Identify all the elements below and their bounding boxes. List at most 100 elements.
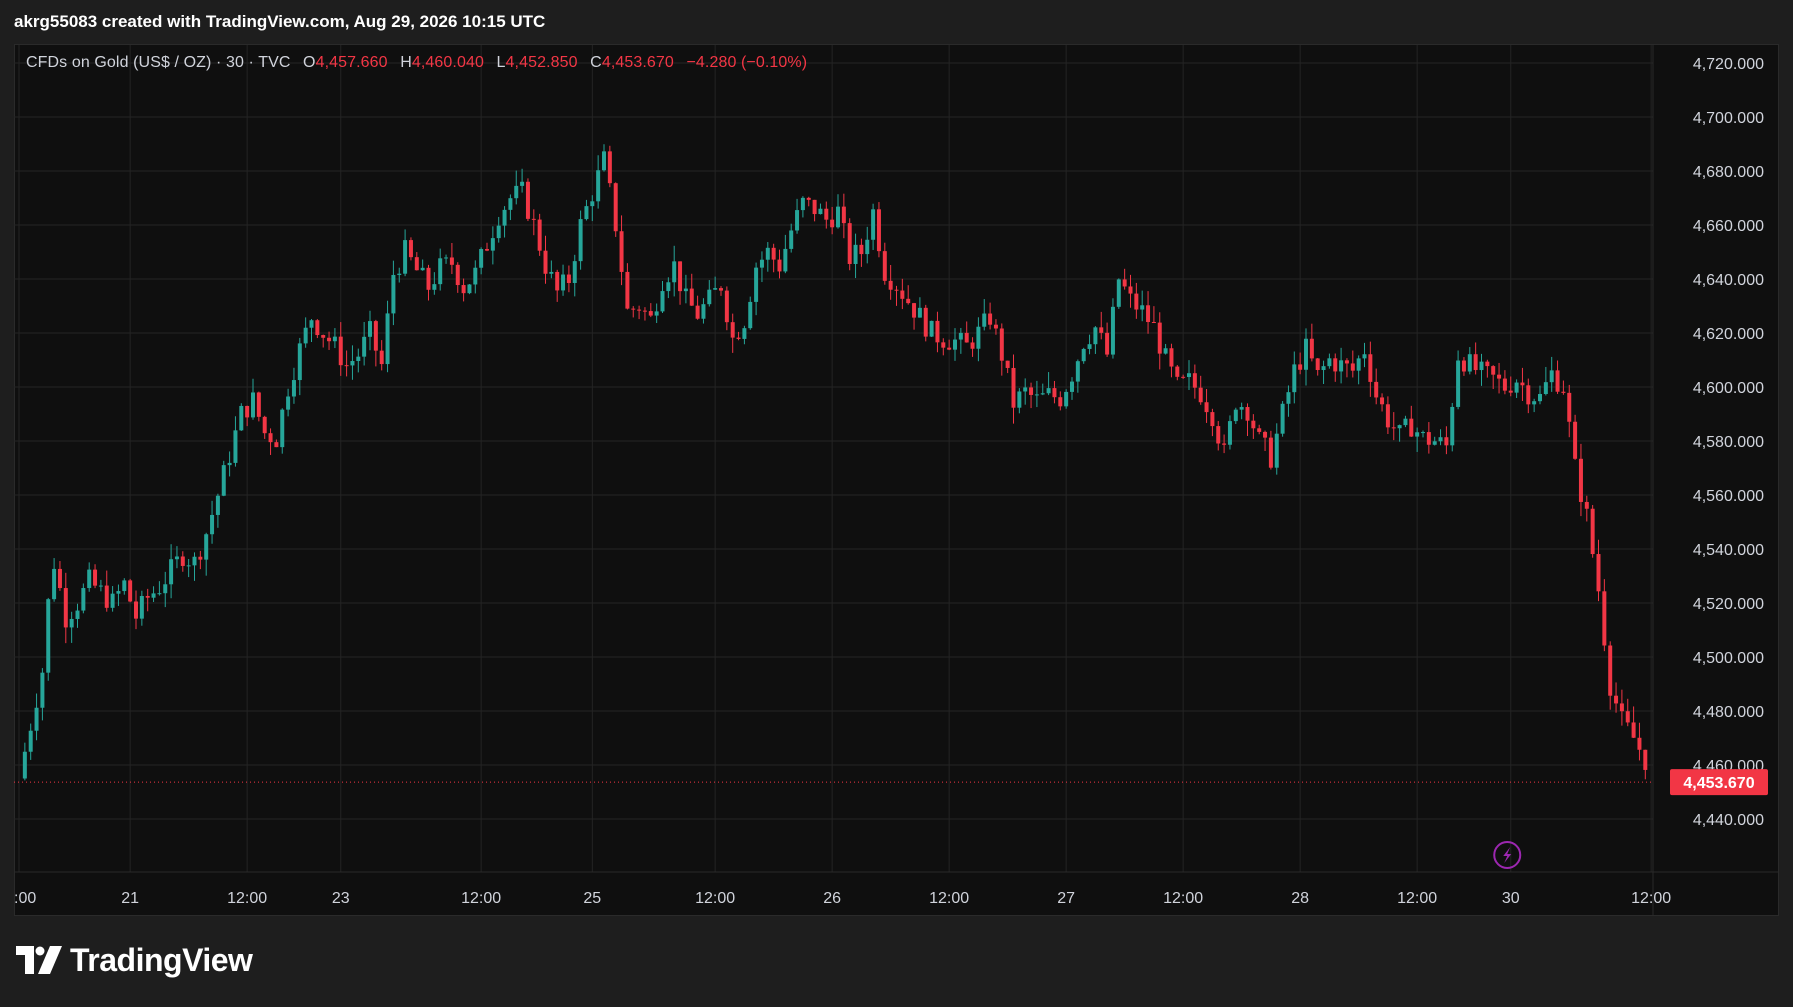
x-tick-label: 12:00: [461, 890, 501, 907]
candle-body: [1116, 279, 1121, 307]
y-tick-label: 4,600.000: [1693, 380, 1764, 397]
open-label: O: [303, 54, 316, 71]
candle-body: [765, 247, 770, 260]
candle-body: [1485, 361, 1490, 367]
candle-body: [1637, 737, 1642, 750]
candle-body: [1362, 354, 1367, 359]
logo-text: TradingView: [70, 941, 253, 978]
candle-body: [1497, 374, 1502, 379]
candle-body: [174, 556, 179, 560]
candle-body: [958, 332, 963, 340]
candle-body: [1573, 421, 1578, 459]
candle-body: [1140, 305, 1145, 310]
candle-body: [830, 219, 835, 228]
candle-body: [1169, 348, 1174, 367]
candle-body: [888, 280, 893, 290]
candle-body: [1268, 437, 1273, 468]
x-tick-label: 12:00: [929, 890, 969, 907]
candle-body: [1543, 382, 1548, 395]
candle-body: [1192, 373, 1197, 388]
y-tick-label: 4,580.000: [1693, 434, 1764, 451]
candle-body: [736, 337, 741, 339]
candle-body: [800, 197, 805, 211]
candle-body: [408, 240, 413, 258]
candle-body: [1426, 432, 1431, 445]
candle-body: [1023, 387, 1028, 392]
candle-body: [280, 409, 285, 448]
candle-body: [81, 588, 86, 611]
candle-body: [98, 585, 103, 587]
candle-body: [1526, 385, 1531, 405]
candle-body: [485, 249, 489, 251]
candle-body: [795, 210, 800, 231]
candle-body: [555, 271, 560, 291]
candle-body: [57, 568, 62, 589]
high-value: 4,460.040: [411, 54, 484, 71]
candle-body: [1216, 426, 1221, 444]
candle-body: [660, 291, 665, 312]
candle-body: [724, 290, 729, 323]
candle-body: [678, 261, 683, 292]
candle-body: [321, 335, 326, 338]
candle-body: [976, 326, 981, 349]
candle-body: [239, 405, 244, 431]
candle-body: [1520, 382, 1525, 386]
candle-body: [1584, 501, 1589, 509]
candle-body: [227, 462, 232, 466]
candle-body: [385, 313, 390, 365]
candle-body: [438, 258, 443, 285]
candle-body: [1134, 293, 1139, 310]
candle-body: [455, 264, 460, 286]
candle-body: [1409, 418, 1414, 437]
candle-body: [578, 219, 583, 262]
candle-body: [1187, 373, 1191, 378]
candle-body: [134, 601, 138, 619]
tradingview-logo[interactable]: TradingView: [16, 940, 253, 980]
x-tick-label: 12:00: [695, 890, 735, 907]
candle-body: [198, 556, 203, 560]
candle-body: [1561, 391, 1566, 393]
candle-body: [1017, 391, 1022, 408]
candle-body: [713, 288, 718, 290]
candle-body: [982, 313, 987, 327]
candle-body: [572, 261, 577, 283]
candle-body: [291, 380, 296, 397]
candle-body: [303, 327, 308, 344]
candle-body: [1333, 358, 1338, 372]
candle-body: [695, 305, 700, 319]
candle-body: [1081, 348, 1086, 362]
candle-body: [368, 321, 372, 337]
y-tick-label: 4,560.000: [1693, 488, 1764, 505]
candle-body: [1461, 360, 1466, 372]
candle-body: [233, 430, 238, 463]
y-tick-label: 4,540.000: [1693, 542, 1764, 559]
candle-body: [1122, 279, 1127, 287]
candle-body: [1590, 508, 1595, 555]
candle-body: [1251, 420, 1256, 429]
candle-body: [344, 365, 349, 367]
candle-body: [719, 288, 723, 291]
candle-body: [1181, 376, 1186, 378]
candle-body: [514, 185, 519, 199]
chart-svg[interactable]: 4,440.0004,460.0004,480.0004,500.0004,52…: [0, 0, 1793, 1007]
candle-body: [1257, 428, 1262, 432]
candle-body: [812, 199, 817, 215]
candle-body: [245, 405, 250, 418]
candle-body: [824, 208, 829, 220]
candle-body: [93, 569, 98, 586]
candle-body: [1046, 388, 1051, 394]
symbol-label[interactable]: CFDs on Gold (US$ / OZ) · 30 · TVC: [26, 54, 291, 71]
candle-body: [362, 336, 367, 357]
last-price-label: 4,453.670: [1683, 775, 1754, 792]
candle-body: [1070, 381, 1074, 392]
candle-body: [613, 183, 618, 232]
candle-body: [590, 201, 595, 207]
candle-body: [1456, 360, 1461, 407]
close-label: C: [590, 54, 602, 71]
candle-body: [1040, 393, 1045, 395]
candle-body: [332, 336, 337, 342]
candle-body: [953, 339, 957, 350]
candle-body: [1233, 409, 1238, 422]
candle-body: [1105, 332, 1110, 355]
change-value: −4.280 (−0.10%): [686, 54, 808, 71]
